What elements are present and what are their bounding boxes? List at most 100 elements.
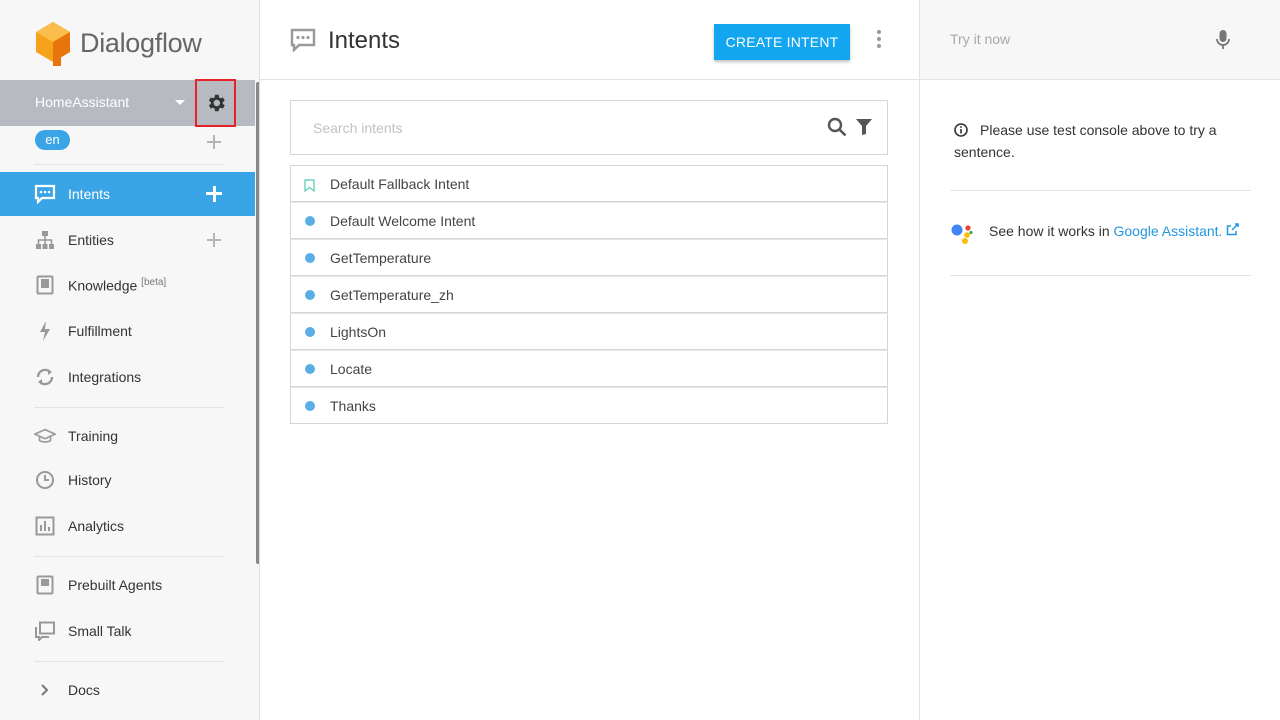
- sidebar-item-fulfillment[interactable]: Fulfillment: [0, 309, 255, 353]
- test-console: Please use test console above to try a s…: [919, 0, 1280, 720]
- sidebar-item-label: Prebuilt Agents: [68, 577, 163, 593]
- intent-name: Default Welcome Intent: [330, 213, 476, 229]
- bookmark-icon: [304, 179, 315, 197]
- intent-row[interactable]: Thanks: [290, 387, 888, 424]
- sidebar-item-knowledge[interactable]: Knowledge [beta]: [0, 263, 255, 307]
- speech-bubble-icon: [34, 183, 56, 205]
- gear-icon: [208, 94, 225, 112]
- agent-settings-button[interactable]: [195, 79, 236, 127]
- chat-bubbles-icon: [34, 620, 56, 642]
- search-input[interactable]: [313, 118, 803, 138]
- language-row: en: [0, 128, 255, 158]
- intent-dot-icon: [305, 401, 315, 411]
- intent-row[interactable]: Locate: [290, 350, 888, 387]
- hierarchy-icon: [34, 229, 56, 251]
- sidebar-item-label: Training: [68, 428, 119, 444]
- sidebar-item-label: Intents: [68, 186, 111, 202]
- more-options-icon[interactable]: [872, 30, 886, 50]
- sidebar-item-label: Docs: [68, 682, 100, 698]
- page-title: Intents: [328, 27, 401, 54]
- sidebar-item-integrations[interactable]: Integrations: [0, 355, 255, 399]
- intent-row[interactable]: GetTemperature_zh: [290, 276, 888, 313]
- divider: [34, 407, 224, 408]
- sidebar-item-label: Integrations: [68, 369, 142, 385]
- external-link-icon[interactable]: [1226, 223, 1240, 236]
- divider: [34, 164, 224, 165]
- microphone-icon[interactable]: [1216, 29, 1230, 56]
- info-icon: [954, 122, 968, 142]
- clock-icon: [34, 469, 56, 491]
- search-box: [290, 100, 888, 155]
- app-name: Dialogflow: [80, 27, 202, 58]
- intent-list: Default Fallback Intent Default Welcome …: [290, 165, 888, 424]
- sidebar-item-label: Entities: [68, 232, 114, 248]
- sidebar-item-small-talk[interactable]: Small Talk: [0, 609, 255, 653]
- intent-name: Thanks: [330, 398, 376, 414]
- sync-icon: [34, 366, 56, 388]
- intent-dot-icon: [305, 253, 315, 263]
- sidebar-item-intents[interactable]: Intents: [0, 172, 255, 216]
- assistant-text-prefix: See how it works in: [989, 223, 1114, 239]
- divider: [34, 661, 224, 662]
- dialogflow-app: Dialogflow HomeAssistant en Intents Enti…: [0, 0, 1280, 720]
- search-icon[interactable]: [827, 117, 847, 142]
- main-panel: Intents CREATE INTENT Default Fallback I…: [260, 0, 919, 720]
- chevron-right-icon: [34, 679, 56, 701]
- intent-row[interactable]: GetTemperature: [290, 239, 888, 276]
- google-assistant-link[interactable]: Google Assistant.: [1114, 223, 1223, 239]
- assistant-text: See how it works in Google Assistant.: [989, 223, 1240, 239]
- sidebar-item-analytics[interactable]: Analytics: [0, 504, 255, 548]
- intent-name: GetTemperature: [330, 250, 432, 266]
- bar-chart-icon: [34, 515, 56, 537]
- intent-dot-icon: [305, 290, 315, 300]
- intent-row[interactable]: Default Welcome Intent: [290, 202, 888, 239]
- beta-badge: [beta]: [141, 276, 167, 288]
- sidebar-item-label: History: [68, 472, 112, 488]
- intent-row[interactable]: LightsOn: [290, 313, 888, 350]
- intent-dot-icon: [305, 327, 315, 337]
- sidebar-item-history[interactable]: History: [0, 458, 255, 502]
- lightning-icon: [34, 320, 56, 342]
- intent-name: LightsOn: [330, 324, 387, 340]
- intent-dot-icon: [305, 216, 315, 226]
- graduation-cap-icon: [34, 425, 56, 447]
- speech-bubble-icon: [290, 28, 316, 57]
- caret-down-icon[interactable]: [175, 100, 185, 105]
- create-intent-button[interactable]: CREATE INTENT: [714, 24, 850, 60]
- agent-book-icon: [34, 574, 56, 596]
- intent-dot-icon: [305, 364, 315, 374]
- add-language-icon[interactable]: [206, 134, 222, 150]
- book-icon: [34, 274, 56, 296]
- sidebar: Dialogflow HomeAssistant en Intents Enti…: [0, 0, 260, 720]
- try-it-input[interactable]: [950, 31, 1200, 47]
- divider: [950, 275, 1251, 276]
- intent-row[interactable]: Default Fallback Intent: [290, 165, 888, 202]
- add-entity-icon[interactable]: [206, 232, 222, 248]
- try-it-bar: [920, 0, 1280, 80]
- knowledge-label: Knowledge: [68, 277, 138, 294]
- logo[interactable]: Dialogflow: [34, 20, 202, 66]
- info-text: Please use test console above to try a s…: [954, 122, 1217, 160]
- intent-name: GetTemperature_zh: [330, 287, 454, 303]
- sidebar-item-label: Analytics: [68, 518, 125, 534]
- sidebar-item-entities[interactable]: Entities: [0, 218, 255, 262]
- divider: [34, 556, 224, 557]
- add-intent-icon[interactable]: [206, 186, 222, 202]
- main-header: Intents CREATE INTENT: [260, 0, 919, 80]
- intent-name: Default Fallback Intent: [330, 176, 470, 192]
- info-message: Please use test console above to try a s…: [954, 120, 1254, 162]
- sidebar-item-label: Small Talk: [68, 623, 132, 639]
- agent-name: HomeAssistant: [35, 94, 130, 110]
- sidebar-item-label: Fulfillment: [68, 323, 132, 339]
- google-assistant-row: See how it works in Google Assistant.: [950, 221, 1251, 245]
- filter-icon[interactable]: [855, 118, 873, 141]
- sidebar-item-docs[interactable]: Docs: [0, 668, 255, 712]
- sidebar-item-prebuilt-agents[interactable]: Prebuilt Agents: [0, 563, 255, 607]
- language-pill[interactable]: en: [35, 130, 70, 150]
- dialogflow-logo-icon: [36, 22, 70, 66]
- divider: [950, 190, 1251, 191]
- sidebar-item-training[interactable]: Training: [0, 414, 255, 458]
- intent-name: Locate: [330, 361, 373, 377]
- google-assistant-icon: [950, 221, 976, 248]
- sidebar-item-label: Knowledge [beta]: [68, 277, 166, 294]
